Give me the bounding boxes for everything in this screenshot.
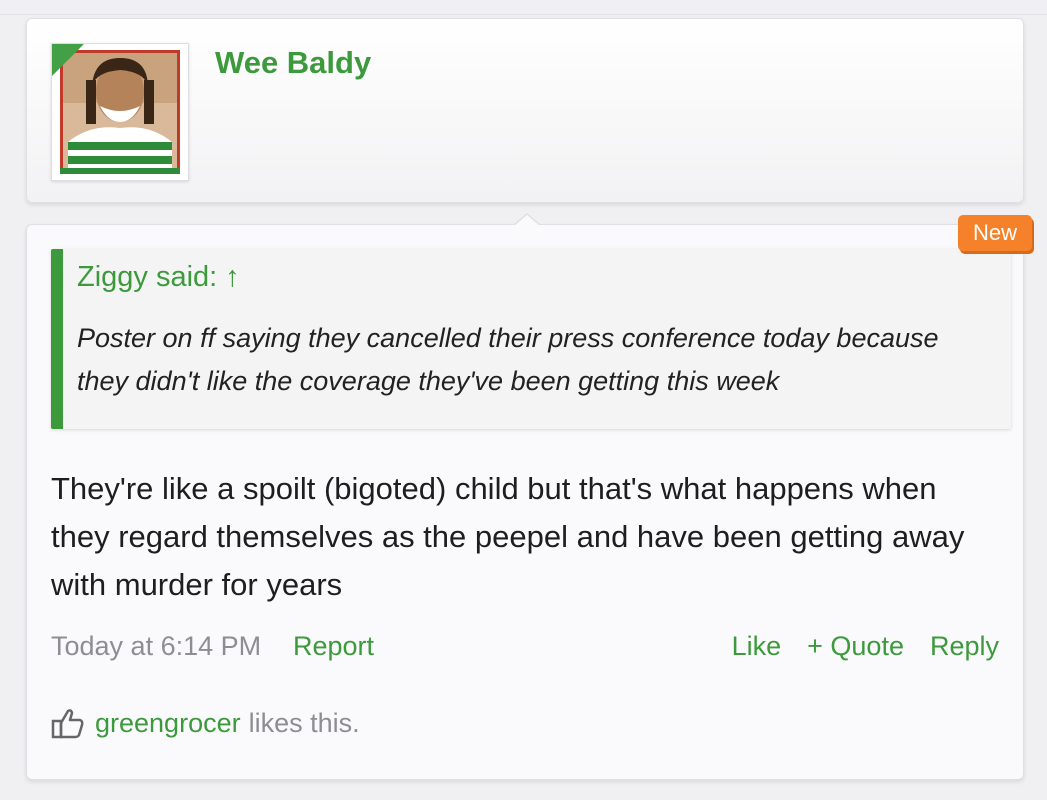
thumbs-up-icon bbox=[51, 709, 84, 739]
username-link[interactable]: Wee Baldy bbox=[215, 45, 371, 81]
liker-link[interactable]: greengrocer bbox=[95, 708, 241, 739]
quote-author-link[interactable]: Ziggy said: ↑ bbox=[77, 261, 240, 294]
quote-text: Poster on ff saying they cancelled their… bbox=[77, 323, 939, 396]
quote-button[interactable]: + Quote bbox=[807, 631, 904, 662]
new-badge: New bbox=[958, 215, 1032, 251]
post-message: Ziggy said: ↑ Poster on ff saying they c… bbox=[26, 213, 1024, 780]
report-link[interactable]: Report bbox=[293, 631, 374, 662]
post-timestamp[interactable]: Today at 6:14 PM bbox=[51, 631, 261, 662]
likes-summary: greengrocer likes this. bbox=[51, 705, 360, 741]
avatar[interactable] bbox=[51, 43, 189, 181]
online-status-corner bbox=[52, 44, 84, 76]
like-button[interactable]: Like bbox=[732, 631, 782, 662]
post-actions: Like + Quote Reply bbox=[732, 631, 999, 662]
reply-button[interactable]: Reply bbox=[930, 631, 999, 662]
card-pointer-fill bbox=[514, 215, 540, 226]
likes-text: likes this. bbox=[248, 707, 360, 738]
quote-block: Ziggy said: ↑ Poster on ff saying they c… bbox=[51, 249, 1011, 429]
user-info-card: Wee Baldy bbox=[26, 18, 1024, 203]
post-meta-row: Today at 6:14 PM Report Like + Quote Rep… bbox=[51, 631, 999, 667]
message-body: They're like a spoilt (bigoted) child bu… bbox=[51, 471, 965, 602]
previous-post-edge bbox=[0, 0, 1047, 15]
